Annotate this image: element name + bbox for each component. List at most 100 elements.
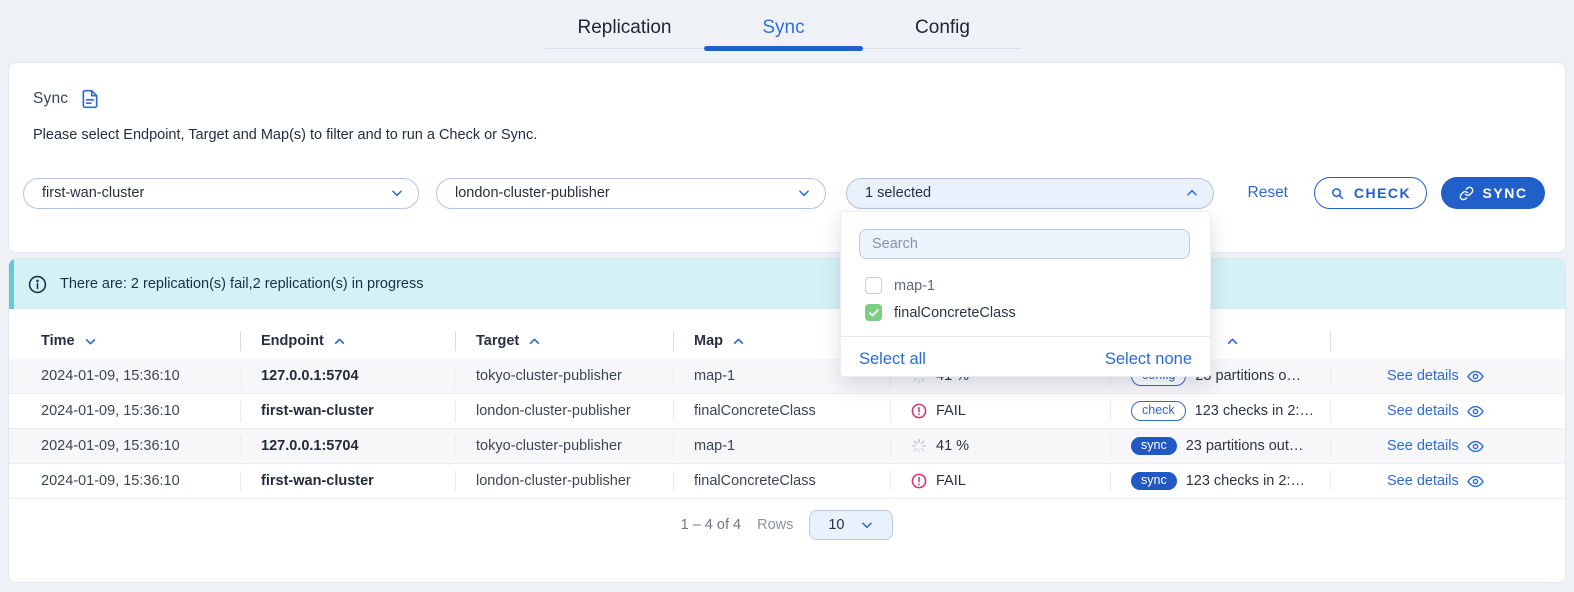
tab-sync-label: Sync bbox=[762, 17, 804, 39]
spinner-icon bbox=[911, 438, 927, 454]
cell-target: tokyo-cluster-publisher bbox=[456, 436, 674, 457]
see-details-link[interactable]: See details bbox=[1387, 438, 1484, 455]
checkbox-unchecked-icon[interactable] bbox=[865, 277, 882, 294]
eye-icon bbox=[1467, 473, 1484, 490]
notification-text: There are: 2 replication(s) fail,2 repli… bbox=[60, 276, 423, 292]
cell-status: FAIL bbox=[891, 401, 1111, 422]
reset-button[interactable]: Reset bbox=[1248, 184, 1289, 202]
cell-message: check123 checks in 2:… bbox=[1111, 401, 1331, 422]
notification-bar: There are: 2 replication(s) fail,2 repli… bbox=[9, 259, 1565, 309]
sync-button-label: SYNC bbox=[1483, 185, 1528, 201]
rows-per-page-select[interactable]: 10 bbox=[809, 510, 893, 540]
cell-time: 2024-01-09, 15:36:10 bbox=[9, 436, 241, 457]
filter-panel: Sync Please select Endpoint, Target and … bbox=[8, 62, 1566, 253]
see-details-link[interactable]: See details bbox=[1387, 403, 1484, 420]
column-header-label: Endpoint bbox=[261, 333, 324, 349]
cell-message: sync23 partitions out… bbox=[1111, 436, 1331, 457]
search-icon bbox=[1330, 186, 1345, 201]
tab-replication-label: Replication bbox=[578, 17, 672, 39]
cell-time: 2024-01-09, 15:36:10 bbox=[9, 471, 241, 492]
table-row: 2024-01-09, 15:36:10 first-wan-cluster l… bbox=[9, 394, 1565, 429]
cell-endpoint: 127.0.0.1:5704 bbox=[241, 366, 456, 387]
cell-target: london-cluster-publisher bbox=[456, 401, 674, 422]
cell-endpoint: first-wan-cluster bbox=[241, 401, 456, 422]
endpoint-select[interactable]: first-wan-cluster bbox=[23, 178, 419, 209]
column-header-target[interactable]: Target bbox=[456, 331, 674, 351]
cell-map: finalConcreteClass bbox=[674, 401, 891, 422]
chevron-up-icon bbox=[528, 335, 541, 348]
cell-target: london-cluster-publisher bbox=[456, 471, 674, 492]
cell-message: sync123 checks in 2:… bbox=[1111, 471, 1331, 492]
check-button-label: CHECK bbox=[1354, 185, 1411, 201]
panel-description: Please select Endpoint, Target and Map(s… bbox=[33, 127, 537, 143]
document-icon[interactable] bbox=[80, 89, 100, 109]
checkbox-checked-icon[interactable] bbox=[865, 304, 882, 321]
tab-replication[interactable]: Replication bbox=[545, 8, 704, 48]
tab-bar: Replication Sync Config bbox=[545, 8, 1022, 49]
chevron-down-icon bbox=[797, 186, 811, 200]
tab-config[interactable]: Config bbox=[863, 8, 1022, 48]
chevron-down-icon bbox=[854, 518, 880, 532]
chevron-up-icon bbox=[1185, 186, 1199, 200]
see-details-link[interactable]: See details bbox=[1387, 473, 1484, 490]
table-row: 2024-01-09, 15:36:10 127.0.0.1:5704 toky… bbox=[9, 429, 1565, 464]
check-button[interactable]: CHECK bbox=[1314, 177, 1427, 209]
maps-select-value: 1 selected bbox=[865, 185, 1185, 201]
cell-endpoint: 127.0.0.1:5704 bbox=[241, 436, 456, 457]
tab-config-label: Config bbox=[915, 17, 970, 39]
cell-map: map-1 bbox=[674, 436, 891, 457]
table-header: Time Endpoint Target Map bbox=[9, 323, 1565, 359]
sync-button[interactable]: SYNC bbox=[1441, 177, 1545, 209]
cell-details: See details bbox=[1331, 471, 1546, 492]
eye-icon bbox=[1467, 368, 1484, 385]
maps-dropdown-panel: map-1 finalConcreteClass Select all Sele… bbox=[840, 211, 1211, 377]
cell-target: tokyo-cluster-publisher bbox=[456, 366, 674, 387]
cell-status: FAIL bbox=[891, 471, 1111, 492]
maps-search-input[interactable] bbox=[859, 229, 1190, 259]
column-header-label: Map bbox=[694, 333, 723, 349]
fail-icon bbox=[911, 403, 927, 419]
map-option[interactable]: map-1 bbox=[865, 272, 1198, 299]
column-header-label: Target bbox=[476, 333, 519, 349]
fail-icon bbox=[911, 473, 927, 489]
pagination-range: 1 – 4 of 4 bbox=[681, 517, 741, 533]
cell-details: See details bbox=[1331, 436, 1546, 457]
column-header-label: Time bbox=[41, 333, 75, 349]
eye-icon bbox=[1467, 438, 1484, 455]
table-panel: There are: 2 replication(s) fail,2 repli… bbox=[8, 258, 1566, 583]
map-option[interactable]: finalConcreteClass bbox=[865, 299, 1198, 326]
table-row: 2024-01-09, 15:36:10 127.0.0.1:5704 toky… bbox=[9, 359, 1565, 394]
column-header bbox=[1331, 331, 1546, 351]
filter-row: first-wan-cluster london-cluster-publish… bbox=[23, 177, 1545, 209]
pagination: 1 – 4 of 4 Rows 10 bbox=[9, 510, 1565, 540]
cell-map: finalConcreteClass bbox=[674, 471, 891, 492]
chevron-down-icon bbox=[84, 335, 97, 348]
message-tag: sync bbox=[1131, 472, 1177, 490]
see-details-link[interactable]: See details bbox=[1387, 368, 1484, 385]
cell-details: See details bbox=[1331, 366, 1546, 387]
cell-status: 41 % bbox=[891, 436, 1111, 457]
page-title: Sync bbox=[33, 90, 68, 108]
info-icon bbox=[28, 275, 47, 294]
column-header-endpoint[interactable]: Endpoint bbox=[241, 331, 456, 351]
map-option-label: map-1 bbox=[894, 278, 935, 294]
table-body: 2024-01-09, 15:36:10 127.0.0.1:5704 toky… bbox=[9, 359, 1565, 499]
maps-option-list: map-1 finalConcreteClass bbox=[865, 272, 1198, 326]
target-select[interactable]: london-cluster-publisher bbox=[436, 178, 826, 209]
panel-title-row: Sync bbox=[33, 89, 100, 109]
cell-endpoint: first-wan-cluster bbox=[241, 471, 456, 492]
tab-sync[interactable]: Sync bbox=[704, 8, 863, 48]
select-all-link[interactable]: Select all bbox=[859, 350, 926, 369]
cell-time: 2024-01-09, 15:36:10 bbox=[9, 366, 241, 387]
chevron-up-icon bbox=[333, 335, 346, 348]
column-header-time[interactable]: Time bbox=[9, 331, 241, 351]
chevron-up-icon bbox=[732, 335, 745, 348]
select-none-link[interactable]: Select none bbox=[1105, 350, 1192, 369]
rows-per-page-value: 10 bbox=[828, 517, 854, 533]
maps-select[interactable]: 1 selected bbox=[846, 178, 1214, 209]
map-option-label: finalConcreteClass bbox=[894, 305, 1016, 321]
pagination-rows-label: Rows bbox=[757, 517, 793, 533]
target-select-value: london-cluster-publisher bbox=[455, 185, 797, 201]
dropdown-actions: Select all Select none bbox=[859, 345, 1192, 373]
chevron-up-icon bbox=[1226, 335, 1239, 348]
